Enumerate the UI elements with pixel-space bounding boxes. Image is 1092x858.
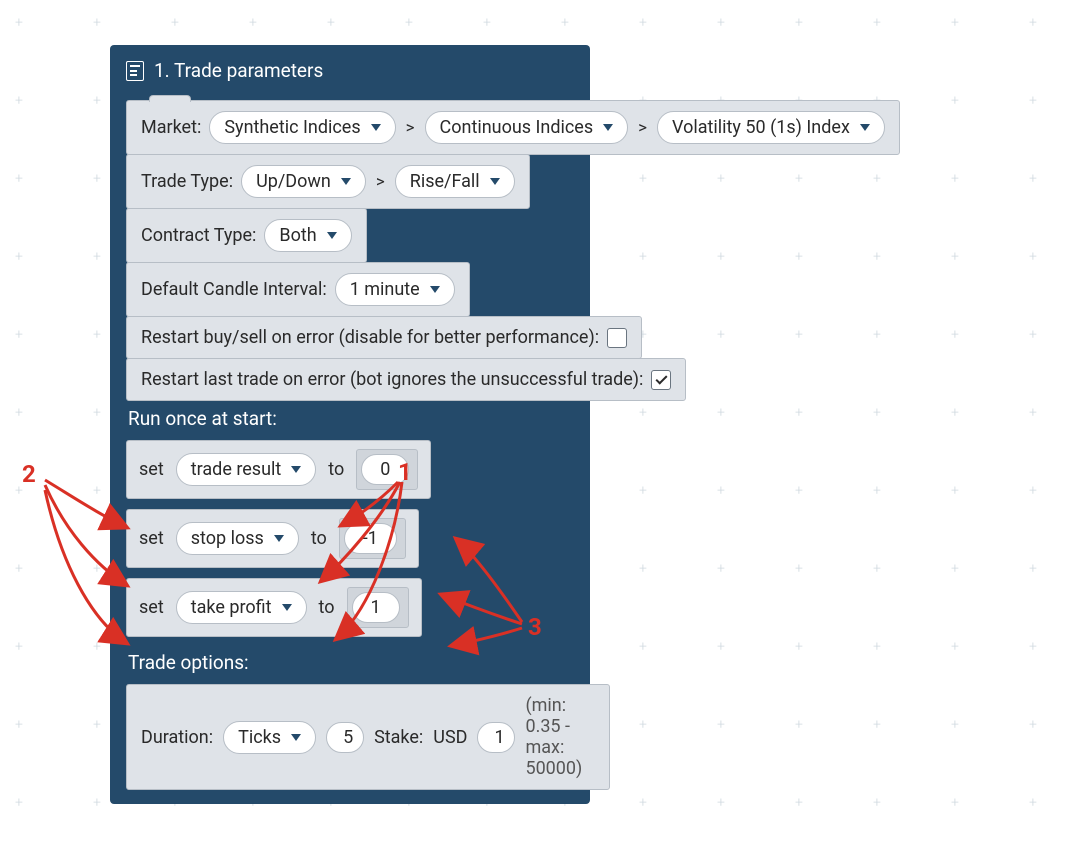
chevron-down-icon — [430, 286, 440, 293]
contract-type-dropdown[interactable]: Both — [264, 219, 351, 252]
market-label: Market: — [141, 117, 201, 138]
market-level1-dropdown[interactable]: Synthetic Indices — [209, 111, 395, 144]
value-input-2[interactable]: 1 — [352, 592, 400, 623]
run-once-label: Run once at start: — [110, 401, 590, 440]
block-header: 1. Trade parameters — [110, 45, 590, 100]
chevron-down-icon — [274, 535, 284, 542]
var-name-dropdown-2[interactable]: take profit — [176, 591, 307, 624]
chevron-down-icon — [603, 124, 613, 131]
market-level1-text: Synthetic Indices — [224, 117, 360, 138]
value-slot-2[interactable]: 1 — [347, 587, 409, 628]
trade-options-label: Trade options: — [110, 647, 590, 684]
annotation-label-1: 1 — [398, 458, 412, 486]
duration-value-input[interactable]: 5 — [326, 722, 364, 753]
breadcrumb-separator: > — [374, 172, 387, 192]
contract-type-text: Both — [279, 225, 316, 246]
set-var-row-1[interactable]: set stop loss to -1 — [126, 509, 419, 568]
to-keyword: to — [319, 597, 335, 618]
candle-interval-row: Default Candle Interval: 1 minute — [126, 262, 470, 317]
restart-last-label: Restart last trade on error (bot ignores… — [141, 369, 643, 390]
chevron-down-icon — [860, 124, 870, 131]
market-level2-dropdown[interactable]: Continuous Indices — [425, 111, 629, 144]
chevron-down-icon — [371, 124, 381, 131]
chevron-down-icon — [341, 178, 351, 185]
contract-type-label: Contract Type: — [141, 225, 256, 246]
restart-error-label: Restart buy/sell on error (disable for b… — [141, 327, 599, 348]
stake-limits-text: (min: 0.35 - max: 50000) — [525, 695, 594, 779]
market-level2-text: Continuous Indices — [440, 117, 594, 138]
annotation-label-2: 2 — [22, 460, 36, 488]
breadcrumb-separator: > — [404, 118, 417, 138]
annotation-label-3: 3 — [528, 613, 542, 641]
chevron-down-icon — [490, 178, 500, 185]
candle-interval-text: 1 minute — [350, 279, 420, 300]
stake-value-input[interactable]: 1 — [477, 722, 515, 753]
var-name-dropdown-0[interactable]: trade result — [176, 453, 317, 486]
contract-type-row: Contract Type: Both — [126, 208, 367, 263]
var-name-text: trade result — [191, 459, 282, 480]
duration-unit-text: Ticks — [238, 727, 281, 748]
clipboard-icon — [126, 61, 144, 81]
duration-unit-dropdown[interactable]: Ticks — [223, 721, 316, 754]
var-name-text: stop loss — [191, 528, 264, 549]
trade-type-level1-text: Up/Down — [256, 171, 331, 192]
trade-options-row: Duration: Ticks 5 Stake: USD 1 (min: 0.3… — [126, 684, 610, 790]
set-keyword: set — [139, 597, 164, 618]
to-keyword: to — [328, 459, 344, 480]
var-name-dropdown-1[interactable]: stop loss — [176, 522, 299, 555]
to-keyword: to — [311, 528, 327, 549]
set-keyword: set — [139, 459, 164, 480]
restart-error-checkbox[interactable] — [607, 328, 627, 348]
duration-label: Duration: — [141, 727, 213, 748]
chevron-down-icon — [291, 734, 301, 741]
restart-last-checkbox[interactable] — [651, 370, 671, 390]
value-input-1[interactable]: -1 — [344, 523, 397, 554]
restart-error-row: Restart buy/sell on error (disable for b… — [126, 316, 642, 359]
breadcrumb-separator: > — [636, 118, 649, 138]
set-keyword: set — [139, 528, 164, 549]
checkmark-icon — [655, 372, 667, 384]
candle-interval-dropdown[interactable]: 1 minute — [335, 273, 455, 306]
trade-type-row: Trade Type: Up/Down > Rise/Fall — [126, 154, 530, 209]
market-level3-dropdown[interactable]: Volatility 50 (1s) Index — [657, 111, 885, 144]
stake-label: Stake: — [374, 727, 423, 748]
market-level3-text: Volatility 50 (1s) Index — [672, 117, 850, 138]
var-name-text: take profit — [191, 597, 272, 618]
chevron-down-icon — [282, 604, 292, 611]
trade-parameters-block: 1. Trade parameters Market: Synthetic In… — [110, 45, 590, 804]
restart-last-row: Restart last trade on error (bot ignores… — [126, 358, 686, 401]
market-row: Market: Synthetic Indices > Continuous I… — [126, 100, 900, 155]
set-var-row-0[interactable]: set trade result to 0 — [126, 440, 431, 499]
trade-type-level2-dropdown[interactable]: Rise/Fall — [395, 165, 515, 198]
trade-type-level2-text: Rise/Fall — [410, 171, 480, 192]
set-var-row-2[interactable]: set take profit to 1 — [126, 578, 422, 637]
candle-interval-label: Default Candle Interval: — [141, 279, 327, 300]
chevron-down-icon — [327, 232, 337, 239]
block-title: 1. Trade parameters — [154, 59, 323, 82]
trade-type-level1-dropdown[interactable]: Up/Down — [241, 165, 366, 198]
trade-type-label: Trade Type: — [141, 171, 233, 192]
value-slot-1[interactable]: -1 — [339, 518, 406, 559]
chevron-down-icon — [291, 466, 301, 473]
currency-label: USD — [433, 727, 467, 748]
